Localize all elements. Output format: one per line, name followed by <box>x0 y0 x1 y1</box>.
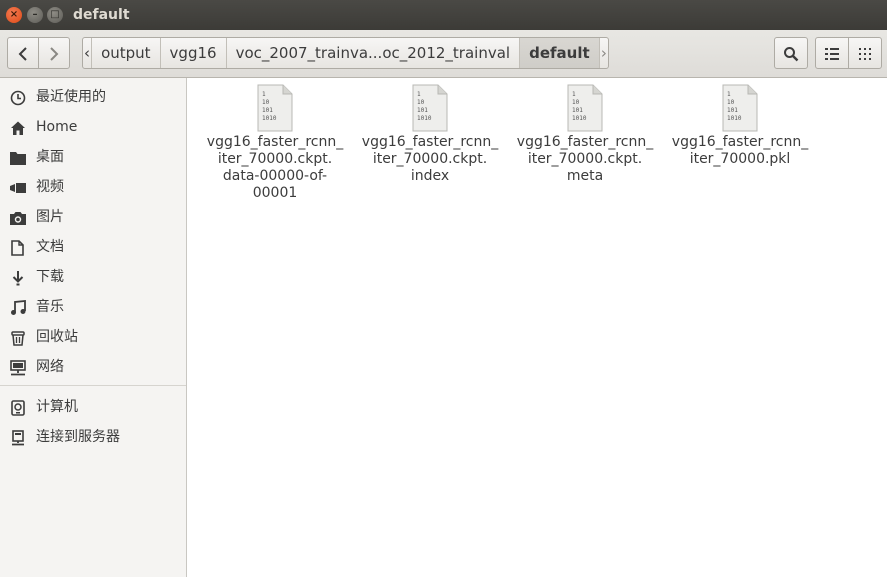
svg-text:1: 1 <box>262 91 266 98</box>
sidebar-item-network[interactable]: 网络 <box>0 352 186 382</box>
sidebar-item-videos[interactable]: 视频 <box>0 172 186 202</box>
minimize-window-button[interactable]: – <box>27 7 43 23</box>
svg-text:10: 10 <box>417 99 425 106</box>
folder-icon <box>9 149 26 166</box>
breadcrumb-default[interactable]: default <box>520 38 600 68</box>
search-button[interactable] <box>774 37 808 69</box>
svg-text:1010: 1010 <box>727 115 742 122</box>
chevron-left-icon <box>18 46 27 61</box>
path-scroll-left-button[interactable]: ‹ <box>83 38 93 68</box>
file-item[interactable]: 1 10 101 1010 vgg16_faster_rcnn_ iter_70… <box>510 84 660 185</box>
search-icon <box>784 46 799 61</box>
sidebar-item-trash[interactable]: 回收站 <box>0 322 186 352</box>
forward-button[interactable] <box>38 37 70 69</box>
sidebar-item-label: Home <box>36 119 78 135</box>
breadcrumb-voc-trainval[interactable]: voc_2007_trainva...oc_2012_trainval <box>227 38 521 68</box>
file-manager-window: × – □ default ‹ output vgg16 voc_2007_tr… <box>0 0 887 577</box>
file-name: vgg16_faster_rcnn_ iter_70000.ckpt. meta <box>516 134 654 184</box>
sidebar-item-home[interactable]: Home <box>0 112 186 142</box>
sidebar-item-computer[interactable]: 计算机 <box>0 392 186 422</box>
binary-file-icon: 1 10 101 1010 <box>722 84 758 132</box>
sidebar-item-label: 网络 <box>36 359 64 375</box>
svg-text:10: 10 <box>262 99 270 106</box>
sidebar-item-label: 计算机 <box>36 399 78 415</box>
list-view-icon <box>825 47 839 60</box>
svg-text:101: 101 <box>572 107 583 114</box>
svg-text:1010: 1010 <box>262 115 277 122</box>
svg-text:1: 1 <box>727 91 731 98</box>
svg-text:10: 10 <box>727 99 735 106</box>
svg-text:1010: 1010 <box>572 115 587 122</box>
video-icon <box>9 179 26 196</box>
home-icon <box>9 119 26 136</box>
sidebar-item-desktop[interactable]: 桌面 <box>0 142 186 172</box>
svg-text:10: 10 <box>572 99 580 106</box>
svg-text:101: 101 <box>417 107 428 114</box>
path-bar: ‹ output vgg16 voc_2007_trainva...oc_201… <box>82 37 609 69</box>
file-name: vgg16_faster_rcnn_ iter_70000.pkl <box>671 134 809 167</box>
grid-view-button[interactable] <box>848 37 882 69</box>
sidebar-item-label: 回收站 <box>36 329 78 345</box>
close-window-button[interactable]: × <box>6 7 22 23</box>
list-view-button[interactable] <box>815 37 849 69</box>
sidebar: 最近使用的 Home 桌面 视频 图片 文档 下载 音乐 回收站 网络 计算机 … <box>0 78 187 577</box>
file-view: 1 10 101 1010 vgg16_faster_rcnn_ iter_70… <box>187 78 887 577</box>
sidebar-item-label: 音乐 <box>36 299 64 315</box>
grid-view-icon <box>859 47 871 60</box>
breadcrumb-vgg16[interactable]: vgg16 <box>161 38 227 68</box>
server-icon <box>9 429 26 446</box>
file-name: vgg16_faster_rcnn_ iter_70000.ckpt. inde… <box>361 134 499 184</box>
sidebar-item-label: 图片 <box>36 209 64 225</box>
file-item[interactable]: 1 10 101 1010 vgg16_faster_rcnn_ iter_70… <box>355 84 505 185</box>
toolbar: ‹ output vgg16 voc_2007_trainva...oc_201… <box>0 30 887 78</box>
sidebar-item-label: 下载 <box>36 269 64 285</box>
sidebar-item-recent[interactable]: 最近使用的 <box>0 82 186 112</box>
back-button[interactable] <box>7 37 39 69</box>
camera-icon <box>9 209 26 226</box>
binary-file-icon: 1 10 101 1010 <box>412 84 448 132</box>
breadcrumb-output[interactable]: output <box>92 38 161 68</box>
svg-text:1: 1 <box>572 91 576 98</box>
sidebar-item-label: 桌面 <box>36 149 64 165</box>
file-item[interactable]: 1 10 101 1010 vgg16_faster_rcnn_ iter_70… <box>200 84 350 202</box>
sidebar-divider <box>0 385 186 386</box>
maximize-window-button[interactable]: □ <box>47 7 63 23</box>
binary-file-icon: 1 10 101 1010 <box>257 84 293 132</box>
sidebar-item-label: 视频 <box>36 179 64 195</box>
binary-file-icon: 1 10 101 1010 <box>567 84 603 132</box>
window-title: default <box>73 7 130 23</box>
path-scroll-right-button[interactable]: › <box>600 38 608 68</box>
svg-text:1010: 1010 <box>417 115 432 122</box>
chevron-right-icon <box>50 46 59 61</box>
network-icon <box>9 359 26 376</box>
svg-text:101: 101 <box>727 107 738 114</box>
svg-text:1: 1 <box>417 91 421 98</box>
clock-icon <box>9 89 26 106</box>
computer-icon <box>9 399 26 416</box>
file-name: vgg16_faster_rcnn_ iter_70000.ckpt. data… <box>206 134 344 201</box>
sidebar-item-label: 文档 <box>36 239 64 255</box>
sidebar-item-music[interactable]: 音乐 <box>0 292 186 322</box>
sidebar-item-downloads[interactable]: 下载 <box>0 262 186 292</box>
trash-icon <box>9 329 26 346</box>
sidebar-item-documents[interactable]: 文档 <box>0 232 186 262</box>
sidebar-item-label: 连接到服务器 <box>36 429 120 445</box>
document-icon <box>9 239 26 256</box>
sidebar-item-pictures[interactable]: 图片 <box>0 202 186 232</box>
file-item[interactable]: 1 10 101 1010 vgg16_faster_rcnn_ iter_70… <box>665 84 815 168</box>
sidebar-item-label: 最近使用的 <box>36 89 106 105</box>
music-icon <box>9 299 26 316</box>
download-icon <box>9 269 26 286</box>
title-bar: × – □ default <box>0 0 887 30</box>
sidebar-item-connect-server[interactable]: 连接到服务器 <box>0 422 186 452</box>
svg-text:101: 101 <box>262 107 273 114</box>
